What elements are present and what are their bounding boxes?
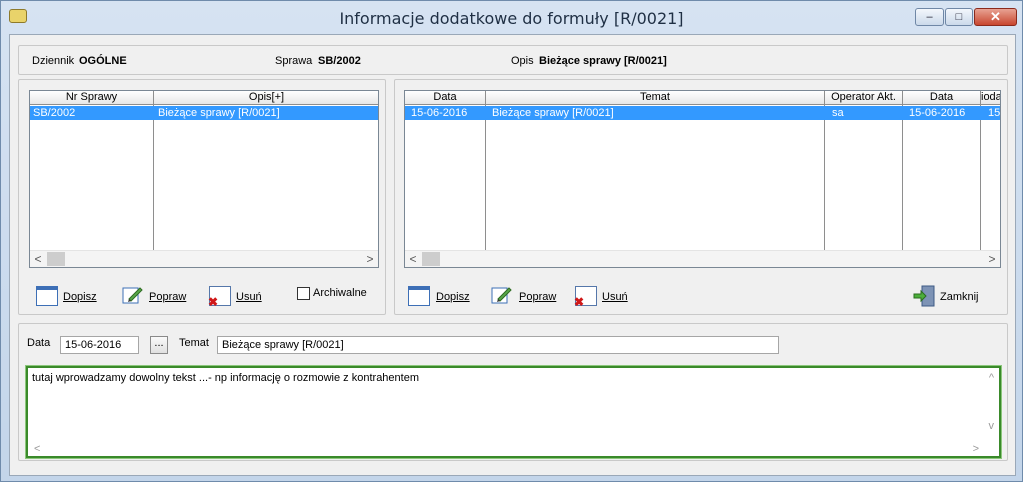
zamknij-button[interactable]: Zamknij (913, 284, 985, 308)
data-label: Data (27, 337, 51, 349)
new-window-icon (36, 286, 58, 306)
temat-label: Temat (179, 337, 209, 349)
popraw-label: Popraw (149, 291, 187, 303)
usun-label: Usuń (602, 291, 628, 303)
column-divider (824, 105, 825, 251)
sprawy-panel: Nr Sprawy Opis[+] SB/2002 Bieżące sprawy… (18, 79, 386, 315)
column-header-ioda[interactable]: ioda (981, 91, 1000, 105)
column-header-opis[interactable]: Opis[+] (154, 91, 378, 105)
maximize-icon: □ (955, 11, 963, 23)
cell-ioda: 15 (988, 107, 1001, 119)
opis-label: Opis (511, 55, 534, 67)
cell-operator: sa (832, 107, 844, 119)
popraw-label: Popraw (519, 291, 557, 303)
horizontal-scrollbar[interactable]: < > (405, 250, 1000, 267)
column-header-temat[interactable]: Temat (486, 91, 825, 105)
scroll-thumb[interactable] (47, 252, 65, 266)
delete-icon (208, 286, 231, 309)
temat-field[interactable]: Bieżące sprawy [R/0021] (217, 336, 779, 354)
detail-panel: Data 15-06-2016 ... Temat Bieżące sprawy… (18, 323, 1008, 461)
dziennik-value: OGÓLNE (79, 55, 127, 67)
table-row[interactable]: 15-06-2016 Bieżące sprawy [R/0021] sa 15… (405, 106, 1001, 120)
dialog-client: Dziennik OGÓLNE Sprawa SB/2002 Opis Bież… (9, 34, 1016, 476)
column-header-data[interactable]: Data (405, 91, 486, 105)
scroll-down-icon[interactable]: v (989, 420, 995, 432)
column-header-operator[interactable]: Operator Akt. (825, 91, 903, 105)
window-title: Informacje dodatkowe do formuły [R/0021] (339, 9, 684, 28)
usun-button[interactable]: Usuń (208, 286, 271, 310)
popraw-button[interactable]: Popraw (122, 284, 194, 308)
sprawa-label: Sprawa (275, 55, 313, 67)
dialog-window: Informacje dodatkowe do formuły [R/0021]… (0, 0, 1023, 482)
usun-button[interactable]: Usuń (574, 286, 637, 310)
scroll-left-icon[interactable]: < (405, 251, 421, 267)
cell-data: 15-06-2016 (411, 107, 468, 119)
column-header-nr-sprawy[interactable]: Nr Sprawy (30, 91, 154, 105)
scroll-thumb[interactable] (422, 252, 440, 266)
notatki-grid[interactable]: Data Temat Operator Akt. Data ioda 15-06… (404, 90, 1001, 268)
notes-text: tutaj wprowadzamy dowolny tekst ...- np … (32, 372, 419, 384)
delete-icon (574, 286, 597, 309)
cell-opis: Bieżące sprawy [R/0021] (158, 107, 280, 119)
new-window-icon (408, 286, 430, 306)
edit-pencil-icon (491, 284, 513, 304)
exit-door-icon (913, 284, 935, 307)
zamknij-label: Zamknij (940, 291, 979, 303)
dopisz-label: Dopisz (436, 291, 470, 303)
date-picker-button[interactable]: ... (150, 336, 168, 354)
close-button[interactable]: ✕ (974, 8, 1017, 26)
usun-label: Usuń (236, 291, 262, 303)
archiwalne-checkbox[interactable] (297, 287, 310, 300)
cell-temat: Bieżące sprawy [R/0021] (492, 107, 614, 119)
column-header-data-2[interactable]: Data (903, 91, 981, 105)
scroll-up-icon[interactable]: ^ (989, 372, 994, 384)
sprawy-grid[interactable]: Nr Sprawy Opis[+] SB/2002 Bieżące sprawy… (29, 90, 379, 268)
notes-textarea[interactable]: tutaj wprowadzamy dowolny tekst ...- np … (25, 365, 1002, 459)
notatki-panel: Data Temat Operator Akt. Data ioda 15-06… (394, 79, 1008, 315)
horizontal-scrollbar[interactable]: < > (30, 250, 378, 267)
scroll-right-icon[interactable]: > (362, 251, 378, 267)
dopisz-button[interactable]: Dopisz (36, 286, 106, 310)
column-divider (153, 105, 154, 251)
cell-data-2: 15-06-2016 (909, 107, 966, 119)
close-icon: ✕ (990, 9, 1001, 24)
dopisz-button[interactable]: Dopisz (408, 286, 478, 310)
minimize-icon: – (926, 11, 933, 23)
popraw-button[interactable]: Popraw (491, 284, 563, 308)
table-row[interactable]: SB/2002 Bieżące sprawy [R/0021] (30, 106, 378, 120)
scroll-left-icon[interactable]: < (30, 251, 46, 267)
sprawa-value: SB/2002 (318, 55, 361, 67)
column-divider (980, 105, 981, 251)
column-divider (902, 105, 903, 251)
opis-value: Bieżące sprawy [R/0021] (539, 55, 667, 67)
minimize-button[interactable]: – (915, 8, 944, 26)
scroll-right-icon[interactable]: > (973, 443, 979, 455)
info-panel: Dziennik OGÓLNE Sprawa SB/2002 Opis Bież… (18, 45, 1008, 75)
title-bar[interactable]: Informacje dodatkowe do formuły [R/0021]… (1, 1, 1022, 33)
scroll-right-icon[interactable]: > (984, 251, 1000, 267)
column-divider (485, 105, 486, 251)
data-field[interactable]: 15-06-2016 (60, 336, 139, 354)
dopisz-label: Dopisz (63, 291, 97, 303)
cell-nr-sprawy: SB/2002 (33, 107, 76, 119)
edit-pencil-icon (122, 284, 144, 304)
archiwalne-label: Archiwalne (313, 287, 367, 299)
scroll-left-icon[interactable]: < (34, 443, 40, 455)
dziennik-label: Dziennik (32, 55, 75, 67)
maximize-button[interactable]: □ (945, 8, 973, 26)
